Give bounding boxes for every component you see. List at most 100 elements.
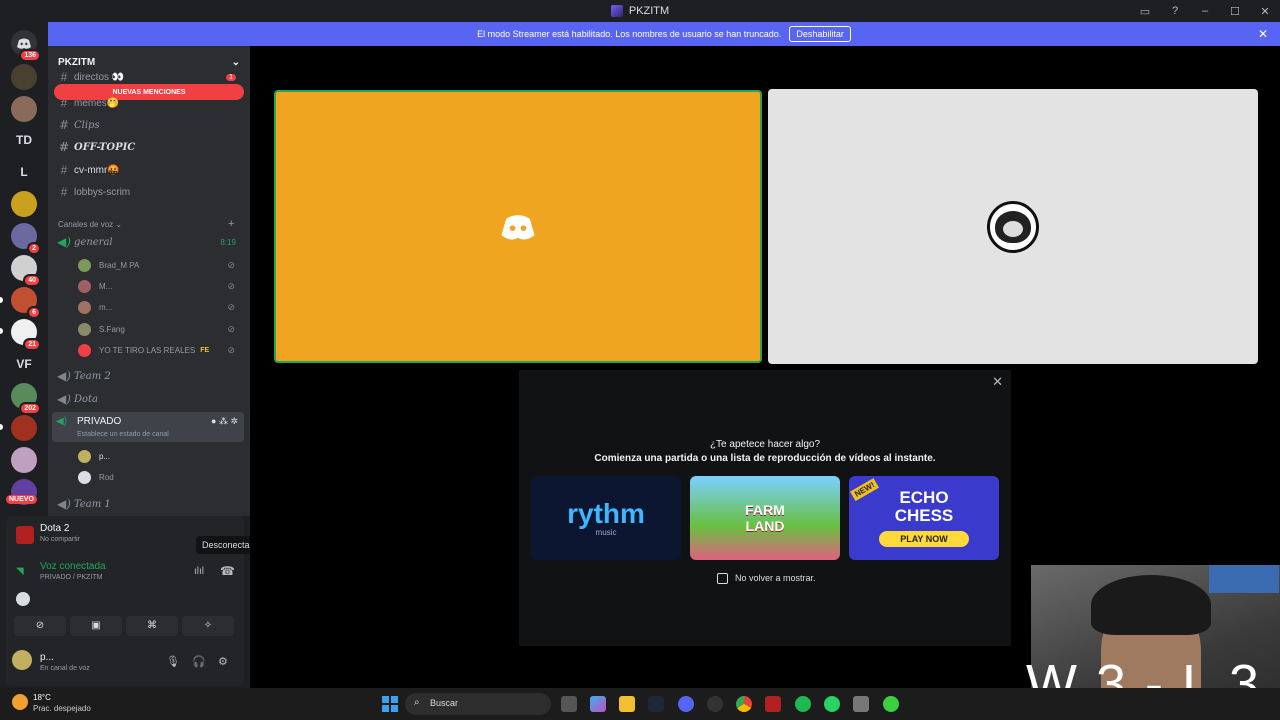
channel-cv-mmr[interactable]: # cv-mmr🤬 bbox=[54, 160, 244, 180]
voice-member[interactable]: Brad_M PA ⊘ bbox=[78, 255, 243, 275]
noise-suppression-icon[interactable]: ılıl bbox=[194, 566, 204, 577]
server-vf[interactable]: VF bbox=[11, 351, 37, 377]
window-title: PKZITM bbox=[628, 5, 670, 17]
server-icon[interactable] bbox=[11, 191, 37, 217]
search-icon: ⌕ bbox=[414, 697, 420, 708]
voice-member[interactable]: m... ⊘ bbox=[78, 297, 243, 317]
server-td[interactable]: TD bbox=[11, 127, 37, 153]
maximize-button[interactable]: ☐ bbox=[1220, 5, 1250, 18]
app-icon[interactable] bbox=[883, 696, 899, 712]
taskbar-search[interactable]: ⌕ Buscar bbox=[405, 693, 551, 715]
server-icon[interactable] bbox=[11, 64, 37, 90]
voice-member[interactable]: YO TE TIRO LAS REALES FE ⊘ bbox=[78, 340, 243, 360]
server-icon[interactable] bbox=[11, 96, 37, 122]
voice-channel-team1[interactable]: ◀) Team 1 bbox=[54, 494, 244, 514]
voice-channel-dota[interactable]: ◀) Dota bbox=[54, 389, 244, 409]
server-icon[interactable]: 2 bbox=[11, 223, 41, 255]
channel-status[interactable]: Establece un estado de canal bbox=[77, 431, 169, 438]
weather-icon[interactable] bbox=[12, 694, 28, 710]
voice-channel-privado[interactable]: ◀) PRIVADO Establece un estado de canal … bbox=[52, 412, 244, 442]
voice-member[interactable]: S.Fang ⊘ bbox=[78, 319, 243, 339]
channel-actions-icons[interactable]: ● ⁂ ✲ bbox=[211, 416, 238, 427]
streamer-mode-banner: El modo Streamer está habilitado. Los no… bbox=[48, 22, 1280, 46]
activity-card-farm-land[interactable]: FARM LAND bbox=[690, 476, 840, 560]
chrome-icon[interactable] bbox=[736, 696, 752, 712]
voice-member[interactable]: p... bbox=[78, 446, 243, 466]
dont-show-checkbox[interactable] bbox=[717, 573, 728, 584]
dont-show-label[interactable]: No volver a mostrar. bbox=[735, 573, 816, 583]
activity-card-rythm[interactable]: rythm music bbox=[531, 476, 681, 560]
avatar bbox=[78, 470, 91, 484]
server-icon[interactable] bbox=[11, 415, 37, 441]
server-icon[interactable]: 21 bbox=[11, 319, 41, 351]
app-icon[interactable] bbox=[707, 696, 723, 712]
speaker-icon: ◀) bbox=[56, 416, 68, 427]
activities-button[interactable]: ⌘ bbox=[126, 616, 178, 636]
dota-icon bbox=[16, 526, 34, 544]
avatar bbox=[78, 258, 91, 272]
disconnect-icon[interactable]: ☎ bbox=[220, 564, 235, 578]
voice-channel-team2[interactable]: ◀) Team 2 bbox=[54, 366, 244, 386]
whatsapp-icon[interactable] bbox=[824, 696, 840, 712]
voice-status[interactable]: Voz conectada bbox=[40, 561, 106, 572]
server-icon[interactable]: 6 bbox=[11, 287, 41, 319]
activity-name: Dota 2 bbox=[40, 523, 70, 534]
deafen-icon: ⊘ bbox=[227, 280, 235, 291]
member-tag: FE bbox=[200, 346, 210, 354]
discord-taskbar-icon[interactable] bbox=[678, 696, 694, 712]
copilot-icon[interactable] bbox=[590, 696, 606, 712]
voice-channel-general[interactable]: ◀) general 8:19 bbox=[54, 232, 244, 252]
close-window-button[interactable]: ✕ bbox=[1250, 5, 1280, 18]
dota-taskbar-icon[interactable] bbox=[765, 696, 781, 712]
headphones-icon[interactable]: 🎧 bbox=[192, 655, 206, 668]
add-channel-icon[interactable]: + bbox=[228, 218, 234, 230]
help-icon[interactable]: ? bbox=[1160, 5, 1190, 17]
soundboard-button[interactable]: ✧ bbox=[182, 616, 234, 636]
direct-messages-button[interactable]: 136 bbox=[11, 30, 41, 62]
unread-pip bbox=[0, 328, 3, 334]
channel-lobbys-scrim[interactable]: # lobbys-scrim bbox=[54, 182, 244, 202]
window-titlebar: PKZITM ▭ ? – ☐ ✕ bbox=[0, 0, 1280, 22]
voice-channel-path[interactable]: PRIVADO / PKZITM bbox=[40, 574, 103, 581]
banner-close-icon[interactable]: ✕ bbox=[1258, 27, 1268, 41]
share-screen-button[interactable]: ▣ bbox=[70, 616, 122, 636]
settings-gear-icon[interactable]: ⚙ bbox=[218, 655, 228, 668]
hash-icon: # bbox=[60, 163, 68, 177]
voice-member[interactable]: Rod bbox=[78, 467, 243, 487]
user-avatar[interactable] bbox=[12, 650, 32, 670]
server-l[interactable]: L bbox=[11, 159, 37, 185]
mic-icon[interactable]: 🎙 bbox=[166, 655, 180, 668]
discord-icon bbox=[17, 38, 31, 49]
voice-member[interactable]: M... ⊘ bbox=[78, 276, 243, 296]
participant-tile[interactable] bbox=[274, 90, 762, 363]
file-explorer-icon[interactable] bbox=[619, 696, 635, 712]
channel-directos[interactable]: # directos 👀 1 bbox=[54, 70, 244, 84]
inbox-icon[interactable]: ▭ bbox=[1130, 5, 1160, 18]
server-name: PKZITM bbox=[58, 56, 96, 68]
voice-timer: 8:19 bbox=[220, 237, 236, 247]
user-name[interactable]: p... bbox=[40, 652, 54, 663]
camera-off-button[interactable]: ⊘ bbox=[14, 616, 66, 636]
weather-temp[interactable]: 18°C bbox=[33, 693, 51, 702]
signal-icon[interactable]: ◥ bbox=[16, 566, 24, 577]
minimize-button[interactable]: – bbox=[1190, 5, 1220, 17]
server-icon[interactable]: 202 bbox=[11, 383, 41, 415]
disable-streamer-button[interactable]: Deshabilitar bbox=[789, 26, 851, 42]
calculator-icon[interactable] bbox=[853, 696, 869, 712]
start-button[interactable] bbox=[382, 696, 398, 712]
spotify-icon[interactable] bbox=[795, 696, 811, 712]
task-view-icon[interactable] bbox=[561, 696, 577, 712]
channel-off-topic[interactable]: # OFF-TOPIC bbox=[54, 137, 244, 157]
channel-clips[interactable]: # Clips bbox=[54, 115, 244, 135]
server-icon[interactable] bbox=[11, 447, 37, 473]
steam-icon[interactable] bbox=[648, 696, 664, 712]
close-icon[interactable]: ✕ bbox=[992, 374, 1003, 390]
taskbar: 18°C Prac. despejado ⌕ Buscar bbox=[0, 688, 1280, 720]
server-icon[interactable]: 40 bbox=[11, 255, 41, 287]
weather-desc[interactable]: Prac. despejado bbox=[33, 704, 91, 713]
unread-pip bbox=[0, 424, 3, 430]
voice-section-header[interactable]: Canales de voz ⌄ bbox=[58, 220, 122, 229]
participant-tile[interactable] bbox=[768, 89, 1258, 364]
activity-card-echo-chess[interactable]: NEW! ECHO CHESS PLAY NOW bbox=[849, 476, 999, 560]
channel-memes[interactable]: # memes🤭 bbox=[54, 93, 244, 113]
